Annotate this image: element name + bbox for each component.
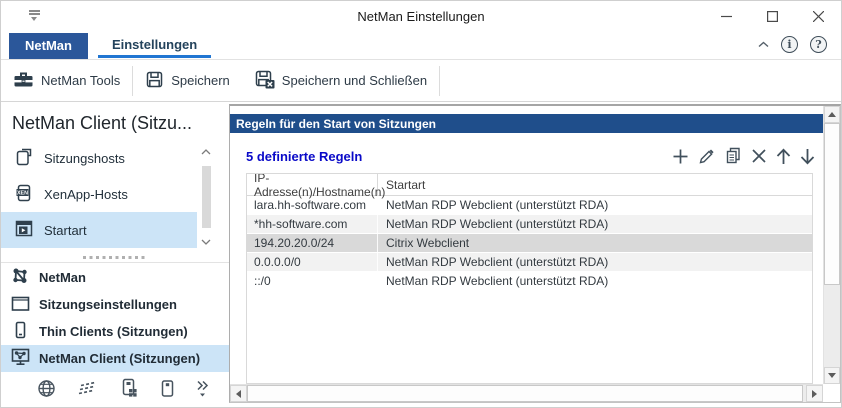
netman-client-icon [11,348,30,369]
thin-client-icon [11,321,30,343]
svg-text:XEN: XEN [17,190,28,196]
sidebar-scrollbar[interactable] [197,140,215,252]
table-row[interactable]: lara.hh-software.com NetMan RDP Webclien… [247,196,812,215]
save-icon [145,70,164,92]
add-rule-icon[interactable] [672,148,689,165]
app-window: NetMan Einstellungen NetMan Einstellunge… [0,0,842,408]
sidebar-group-netman[interactable]: NetMan [1,264,229,291]
sidebar-group-label: NetMan [39,270,86,285]
ribbon-tab-bar: NetMan Einstellungen i ? [1,31,841,60]
content-panel: Regeln für den Start von Sitzungen 5 def… [229,104,841,403]
cell-ip: *hh-software.com [247,215,378,233]
horizontal-scrollbar-thumb[interactable] [247,385,803,402]
sidebar-group-netman-client[interactable]: NetMan Client (Sitzungen) [1,345,229,372]
sidebar-group-sitzungseinstellungen[interactable]: Sitzungseinstellungen [1,291,229,318]
sidebar-bottom-strip [1,369,229,407]
start-type-icon [14,219,34,242]
sidebar-item-xenapp-hosts[interactable]: XEN XenApp-Hosts [1,176,197,212]
cell-startart: NetMan RDP Webclient (unterstützt RDA) [386,217,609,231]
scroll-up-icon[interactable] [201,142,211,160]
minimize-button[interactable] [703,1,749,31]
delete-rule-icon[interactable] [751,148,767,164]
vertical-scrollbar-thumb[interactable] [824,123,840,285]
device-apps-icon[interactable] [120,378,139,398]
table-row[interactable]: ::/0 NetMan RDP Webclient (unterstützt R… [247,272,812,291]
save-and-close-button[interactable]: Speichern und Schließen [242,60,439,101]
table-header-row: IP-Adresse(n)/Hostname(n) Startart [247,174,812,199]
table-row[interactable]: *hh-software.com NetMan RDP Webclient (u… [247,215,812,234]
save-label: Speichern [171,73,230,88]
title-bar: NetMan Einstellungen [1,1,841,31]
scripts-icon[interactable] [77,380,99,396]
cell-startart: NetMan RDP Webclient (unterstützt RDA) [386,198,609,212]
column-header-ip[interactable]: IP-Adresse(n)/Hostname(n) [247,174,385,199]
session-hosts-icon [14,146,34,171]
close-button[interactable] [795,1,841,31]
session-settings-icon [11,295,30,315]
scroll-left-button[interactable] [230,385,247,402]
maximize-button[interactable] [749,1,795,31]
cell-ip: lara.hh-software.com [247,196,378,214]
toolbox-icon [13,71,34,91]
sidebar-item-startart[interactable]: Startart [1,212,197,248]
copy-rule-icon[interactable] [725,147,742,165]
sidebar-group-list: NetMan Sitzungseinstellungen Thin Client… [1,264,229,372]
collapse-ribbon-icon[interactable] [758,41,769,48]
globe-icon[interactable] [37,379,56,398]
sidebar-group-label: Thin Clients (Sitzungen) [39,324,188,339]
more-chevron-icon[interactable] [196,379,209,397]
move-down-icon[interactable] [800,148,815,165]
rule-actions-toolbar [672,147,823,165]
sidebar-group-label: NetMan Client (Sitzungen) [39,351,201,366]
tab-einstellungen[interactable]: Einstellungen [97,33,212,58]
scroll-up-button[interactable] [824,106,840,123]
panel-header: Regeln für den Start von Sitzungen [230,114,823,133]
move-up-icon[interactable] [776,148,791,165]
netman-nodes-icon [11,267,30,288]
ribbon-toolbar: NetMan Tools Speichern Speichern und Sch… [1,60,841,102]
scrollbar-thumb[interactable] [201,166,211,228]
horizontal-scrollbar[interactable] [230,384,823,402]
toolbar-separator [439,65,441,96]
scrollbar-corner [823,384,840,402]
table-row-selected[interactable]: 194.20.20.0/24 Citrix Webclient [247,234,812,253]
tab-netman[interactable]: NetMan [9,33,88,59]
save-button[interactable]: Speichern [133,60,242,101]
netman-tools-button[interactable]: NetMan Tools [1,60,132,101]
netman-tools-label: NetMan Tools [41,73,121,88]
column-header-startart[interactable]: Startart [378,178,425,192]
scroll-right-button[interactable] [806,385,823,402]
rules-table: IP-Adresse(n)/Hostname(n) Startart lara.… [246,173,813,384]
edit-rule-icon[interactable] [698,148,716,165]
scroll-down-icon[interactable] [201,232,211,250]
help-icon[interactable]: ? [810,36,827,53]
xenapp-icon: XEN [14,182,34,207]
sidebar-group-label: Sitzungseinstellungen [39,297,177,312]
sidebar-item-label: Sitzungshosts [44,150,125,166]
rules-count-label: 5 definierte Regeln [246,148,363,164]
table-row[interactable]: 0.0.0.0/0 NetMan RDP Webclient (unterstü… [247,253,812,272]
cell-startart: Citrix Webclient [386,236,470,250]
sidebar-item-label: XenApp-Hosts [44,186,128,202]
cell-ip: 0.0.0.0/0 [247,253,378,271]
cell-ip: 194.20.20.0/24 [247,234,378,252]
info-icon[interactable]: i [781,36,798,53]
sidebar-title: NetMan Client (Sitzu... [12,113,193,133]
cell-startart: NetMan RDP Webclient (unterstützt RDA) [386,255,609,269]
sidebar-nav-list: Sitzungshosts XEN XenApp-Hosts Startart [1,140,197,252]
save-and-close-label: Speichern und Schließen [281,73,428,88]
sidebar-item-sitzungshosts[interactable]: Sitzungshosts [1,140,197,176]
scroll-down-button[interactable] [824,367,840,384]
tablet-icon[interactable] [160,379,175,398]
sidebar-splitter[interactable] [1,252,229,263]
vertical-scrollbar[interactable] [823,106,840,384]
sidebar-item-label: Startart [44,222,87,238]
cell-ip: ::/0 [247,272,378,290]
cell-startart: NetMan RDP Webclient (unterstützt RDA) [386,274,609,288]
sidebar-group-thin-clients[interactable]: Thin Clients (Sitzungen) [1,318,229,345]
save-close-icon [254,69,275,92]
sidebar: NetMan Client (Sitzu... Sitzungshosts XE… [1,102,229,407]
